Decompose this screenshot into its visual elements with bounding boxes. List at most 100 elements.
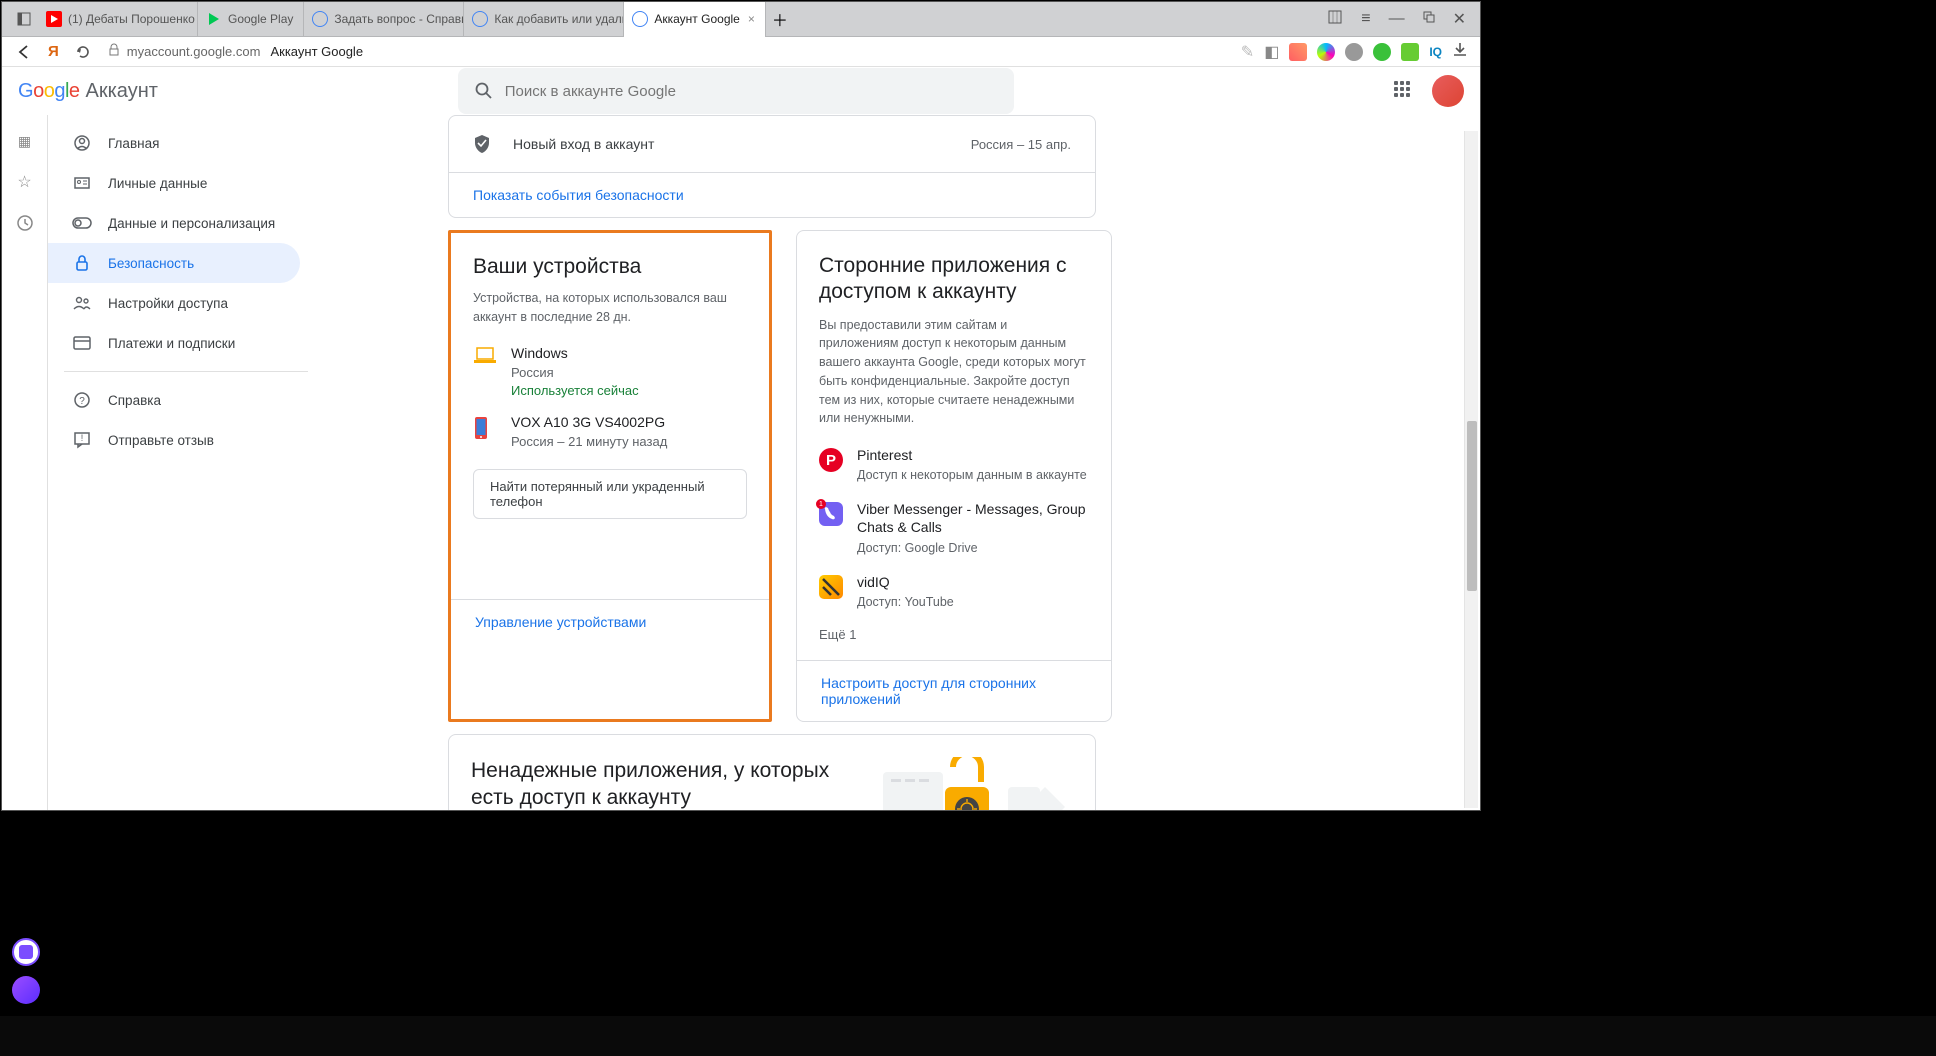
apps-grid-icon[interactable]: ▦ xyxy=(18,133,31,150)
extension-icon[interactable] xyxy=(1289,43,1307,61)
play-icon xyxy=(206,11,222,27)
card-subtitle: Устройства, на которых использовался ваш… xyxy=(473,289,747,327)
sidebar-item-data[interactable]: Данные и персонализация xyxy=(48,203,300,243)
vidiq-icon xyxy=(819,575,843,599)
pin-icon[interactable]: ✎ xyxy=(1241,42,1254,62)
manage-devices-link[interactable]: Управление устройствами xyxy=(451,599,769,644)
browser-tab[interactable]: Задать вопрос - Справка xyxy=(304,2,464,37)
sidebar-item-help[interactable]: ? Справка xyxy=(48,380,300,420)
help-icon: ? xyxy=(72,390,92,410)
maximize-icon[interactable] xyxy=(1423,10,1435,28)
event-title: Новый вход в аккаунт xyxy=(513,136,971,152)
yandex-home-button[interactable]: Я xyxy=(48,43,59,60)
profile-avatar[interactable] xyxy=(1432,75,1464,107)
bookmark-icon[interactable]: ◧ xyxy=(1264,42,1279,62)
phone-icon xyxy=(473,416,495,432)
main-content: Новый вход в аккаунт Россия – 15 апр. По… xyxy=(308,115,1480,810)
extension-text[interactable]: IQ xyxy=(1429,45,1442,59)
close-tab-icon[interactable]: × xyxy=(748,12,755,26)
search-icon xyxy=(474,81,493,101)
browser-tab[interactable]: Google Play xyxy=(198,2,304,37)
tab-strip: (1) Дебаты Порошенко с З Google Play Зад… xyxy=(2,2,1480,37)
security-event-row[interactable]: Новый вход в аккаунт Россия – 15 апр. xyxy=(449,116,1095,172)
app-access: Доступ: Google Drive xyxy=(857,541,1089,555)
reader-mode-icon[interactable] xyxy=(1327,9,1343,30)
sidebar-item-label: Настройки доступа xyxy=(108,296,228,311)
security-events-card: Новый вход в аккаунт Россия – 15 апр. По… xyxy=(448,115,1096,218)
address-bar: Я myaccount.google.com Аккаунт Google ✎ … xyxy=(2,37,1480,67)
extension-icon[interactable] xyxy=(1345,43,1363,61)
home-icon xyxy=(72,133,92,153)
more-apps[interactable]: Ещё 1 xyxy=(819,627,1089,642)
app-name: vidIQ xyxy=(857,573,954,591)
toolbar-extensions: ✎ ◧ IQ xyxy=(1241,41,1468,62)
sidebar-item-label: Справка xyxy=(108,393,161,408)
sidebar-item-personal[interactable]: Личные данные xyxy=(48,163,300,203)
app-row[interactable]: vidIQДоступ: YouTube xyxy=(819,573,1089,609)
shield-icon xyxy=(473,134,493,154)
account-header-label: Аккаунт xyxy=(86,80,158,103)
card-title: Сторонние приложения с доступом к аккаун… xyxy=(819,253,1089,306)
panel-toggle-icon[interactable] xyxy=(16,11,32,27)
unsafe-apps-card: Ненадежные приложения, у которых есть до… xyxy=(448,734,1096,810)
url-host: myaccount.google.com xyxy=(127,44,261,59)
manage-apps-link[interactable]: Настроить доступ для сторонних приложени… xyxy=(797,660,1111,721)
reload-button[interactable] xyxy=(73,42,93,62)
scrollbar-thumb[interactable] xyxy=(1467,421,1477,591)
google-g-icon xyxy=(312,11,328,27)
app-name: Pinterest xyxy=(857,446,1087,464)
left-rail: ▦ ☆ xyxy=(2,115,48,810)
pinterest-icon: P xyxy=(819,448,843,472)
sidebar-item-feedback[interactable]: !Отправьте отзыв xyxy=(48,420,300,460)
device-name: Windows xyxy=(511,345,639,361)
search-container[interactable] xyxy=(458,68,1014,114)
extension-icon[interactable] xyxy=(1401,43,1419,61)
page-content: Google Аккаунт ▦ ☆ xyxy=(2,67,1480,810)
history-icon[interactable] xyxy=(16,214,34,237)
google-logo[interactable]: Google xyxy=(18,80,80,103)
taskbar[interactable] xyxy=(0,1016,1936,1056)
sidebar-item-home[interactable]: Главная xyxy=(48,123,300,163)
device-row[interactable]: VOX A10 3G VS4002PG Россия – 21 минуту н… xyxy=(473,414,747,449)
desktop-gadget[interactable] xyxy=(12,938,40,966)
back-button[interactable] xyxy=(14,42,34,62)
app-row[interactable]: 1 Viber Messenger - Messages, Group Chat… xyxy=(819,500,1089,554)
minimize-icon[interactable]: — xyxy=(1389,10,1405,28)
browser-tab[interactable]: (1) Дебаты Порошенко с З xyxy=(38,2,198,37)
extension-icon[interactable] xyxy=(1373,43,1391,61)
google-header: Google Аккаунт xyxy=(2,67,1480,115)
sidebar-item-sharing[interactable]: Настройки доступа xyxy=(48,283,300,323)
people-icon xyxy=(72,293,92,313)
show-events-link[interactable]: Показать события безопасности xyxy=(449,172,1095,217)
find-device-button[interactable]: Найти потерянный или украденный телефон xyxy=(473,469,747,519)
app-row[interactable]: P Pinterest Доступ к некоторым данным в а… xyxy=(819,446,1089,482)
google-apps-icon[interactable] xyxy=(1394,81,1414,101)
menu-icon[interactable]: ≡ xyxy=(1361,10,1370,28)
new-tab-button[interactable]: ＋ xyxy=(772,11,788,27)
sidebar-item-label: Главная xyxy=(108,136,159,151)
browser-tab[interactable]: Как добавить или удалить xyxy=(464,2,624,37)
close-window-icon[interactable]: ✕ xyxy=(1453,9,1466,29)
device-location: Россия xyxy=(511,365,639,380)
sidebar-item-payments[interactable]: Платежи и подписки xyxy=(48,323,300,363)
downloads-icon[interactable] xyxy=(1452,41,1468,62)
id-card-icon xyxy=(72,173,92,193)
card-title: Ваши устройства xyxy=(473,255,747,279)
scrollbar[interactable] xyxy=(1464,131,1478,808)
sidebar-item-security[interactable]: Безопасность xyxy=(48,243,300,283)
extension-icon[interactable] xyxy=(1317,43,1335,61)
lock-icon xyxy=(107,43,121,60)
event-meta: Россия – 15 апр. xyxy=(971,137,1071,152)
star-icon[interactable]: ☆ xyxy=(17,172,31,192)
card-icon xyxy=(72,333,92,353)
device-row[interactable]: Windows Россия Используется сейчас xyxy=(473,345,747,398)
desktop-gadget[interactable] xyxy=(12,976,40,1004)
third-party-apps-card: Сторонние приложения с доступом к аккаун… xyxy=(796,230,1112,722)
svg-text:!: ! xyxy=(81,433,84,443)
account-sidebar: Главная Личные данные Данные и персонали… xyxy=(48,115,308,810)
app-access: Доступ к некоторым данным в аккаунте xyxy=(857,468,1087,482)
browser-tab-active[interactable]: Аккаунт Google× xyxy=(624,2,765,37)
security-illustration xyxy=(873,757,1073,810)
url-display[interactable]: myaccount.google.com Аккаунт Google xyxy=(107,43,363,60)
search-input[interactable] xyxy=(505,83,998,100)
